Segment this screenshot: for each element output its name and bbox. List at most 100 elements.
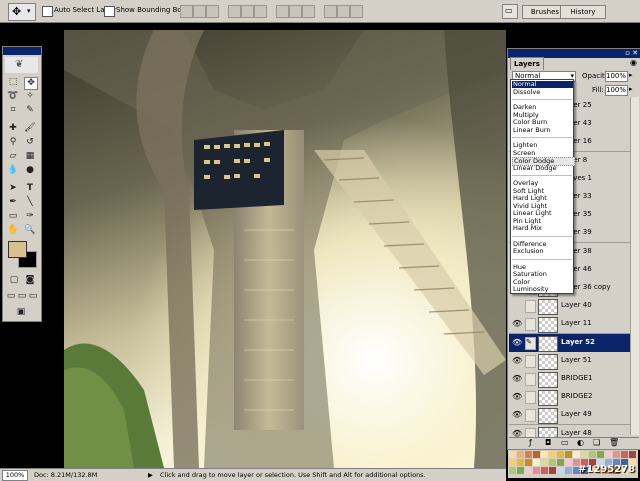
zoom-field[interactable]: 100%	[2, 470, 28, 481]
tool-preset-picker[interactable]: ✥ ▾	[8, 3, 36, 21]
link-box[interactable]	[525, 354, 536, 368]
magic-wand-tool-icon[interactable]: ✧	[24, 91, 36, 102]
layer-row[interactable]: Layer 40	[509, 297, 639, 317]
link-box[interactable]	[525, 409, 536, 423]
blend-mode-option[interactable]: Hard Mix	[512, 225, 573, 232]
layer-row[interactable]: 👁 Layer 51	[509, 351, 639, 371]
adobe-online-button[interactable]: ❦	[5, 57, 38, 73]
blend-mode-option[interactable]: Luminosity	[512, 286, 573, 293]
align-hcenter-button[interactable]	[241, 5, 254, 18]
type-tool-icon[interactable]: T	[24, 183, 36, 194]
minimize-icon[interactable]: ▫	[625, 49, 630, 57]
layers-scrollbar[interactable]	[630, 97, 639, 435]
align-left-button[interactable]	[228, 5, 241, 18]
distribute-vcenter-button[interactable]	[289, 5, 302, 18]
blend-mode-option[interactable]: Dissolve	[512, 88, 573, 96]
auto-select-layer-checkbox[interactable]	[42, 6, 53, 17]
distribute-right-button[interactable]	[350, 5, 363, 18]
trash-icon[interactable]: 🗑	[609, 438, 619, 447]
blend-mode-option[interactable]: Exclusion	[512, 248, 573, 255]
shape-tool-icon[interactable]: ╲	[24, 197, 36, 208]
lasso-tool-icon[interactable]: ➰	[7, 91, 19, 102]
visibility-eye-icon[interactable]: 👁	[512, 392, 522, 401]
blend-mode-option[interactable]: Color Burn	[512, 119, 573, 126]
distribute-hcenter-button[interactable]	[337, 5, 350, 18]
distribute-left-button[interactable]	[324, 5, 337, 18]
move-tool-icon[interactable]: ✥	[24, 77, 38, 90]
fill-slider-arrow-icon[interactable]: ▸	[629, 85, 633, 93]
jump-to-imageready-icon[interactable]: ▣	[15, 307, 27, 318]
zoom-tool-icon[interactable]: 🔍	[24, 225, 36, 236]
gradient-tool-icon[interactable]: ▦	[24, 151, 36, 162]
visibility-eye-icon[interactable]	[512, 301, 521, 310]
blend-mode-option[interactable]: Overlay	[512, 180, 573, 187]
layer-row[interactable]: 👁 BRIDGE2	[509, 388, 639, 408]
slice-tool-icon[interactable]: ✎	[24, 105, 36, 116]
close-icon[interactable]: ✕	[632, 49, 638, 57]
blend-mode-option[interactable]: Darken	[512, 104, 573, 111]
show-bounding-box-checkbox[interactable]	[104, 6, 115, 17]
link-box[interactable]	[525, 391, 536, 405]
eraser-tool-icon[interactable]: ▱	[7, 151, 19, 162]
healing-brush-tool-icon[interactable]: ✚	[7, 123, 19, 134]
file-browser-button[interactable]: ▭	[502, 4, 518, 19]
link-box[interactable]	[525, 300, 536, 314]
new-layer-icon[interactable]: ❏	[593, 438, 600, 447]
clone-stamp-tool-icon[interactable]: ⚲	[7, 137, 19, 148]
toolbox-title-bar[interactable]	[3, 47, 41, 55]
layer-style-icon[interactable]: ƒ	[529, 438, 532, 447]
distribute-top-button[interactable]	[276, 5, 289, 18]
quick-mask-mode-icon[interactable]: ◙	[24, 275, 36, 286]
visibility-eye-icon[interactable]: 👁	[512, 319, 522, 328]
pen-tool-icon[interactable]: ✒	[7, 197, 19, 208]
blend-mode-option[interactable]: Normal	[512, 81, 573, 88]
link-box[interactable]	[525, 373, 536, 386]
eyedropper-tool-icon[interactable]: ✑	[24, 211, 36, 222]
blend-mode-option[interactable]: Linear Burn	[512, 126, 573, 134]
link-box[interactable]	[525, 318, 536, 332]
brush-tool-icon[interactable]: 🖌	[24, 123, 36, 134]
crop-tool-icon[interactable]: ⌗	[7, 105, 19, 116]
tab-layers[interactable]: Layers	[510, 57, 544, 70]
visibility-eye-icon[interactable]: 👁	[512, 374, 522, 383]
visibility-eye-icon[interactable]: 👁	[512, 356, 522, 365]
add-mask-icon[interactable]: ◘	[545, 438, 551, 447]
panel-menu-icon[interactable]: ◉	[630, 58, 637, 67]
blur-tool-icon[interactable]: 💧	[7, 165, 19, 176]
swatch	[541, 467, 548, 474]
distribute-bottom-button[interactable]	[302, 5, 315, 18]
brush-icon[interactable]: ✎	[525, 336, 536, 350]
layer-row[interactable]: 👁 Layer 49	[509, 406, 639, 426]
marquee-tool-icon[interactable]: ⬚	[7, 77, 19, 88]
path-selection-tool-icon[interactable]: ➤	[7, 183, 19, 194]
blend-mode-option[interactable]: Hard Light	[512, 195, 573, 202]
tab-history[interactable]: History	[560, 5, 606, 19]
visibility-eye-icon[interactable]: 👁	[512, 338, 522, 347]
align-vcenter-button[interactable]	[193, 5, 206, 18]
document-canvas[interactable]	[64, 30, 506, 468]
blend-mode-option[interactable]: Saturation	[512, 271, 573, 278]
visibility-eye-icon[interactable]: 👁	[512, 410, 522, 419]
hand-tool-icon[interactable]: ✋	[7, 225, 19, 236]
blend-mode-option[interactable]: Linear Dodge	[512, 164, 573, 172]
opacity-slider-arrow-icon[interactable]: ▸	[629, 71, 633, 79]
blend-mode-option[interactable]: Lighten	[512, 142, 573, 149]
adjustment-layer-icon[interactable]: ◐	[577, 438, 584, 447]
history-brush-tool-icon[interactable]: ↺	[24, 137, 36, 148]
opacity-field[interactable]: 100%	[605, 71, 628, 82]
layer-row[interactable]: 👁 ✎ Layer 52	[509, 333, 639, 353]
fill-field[interactable]: 100%	[605, 85, 628, 96]
align-bottom-button[interactable]	[206, 5, 219, 18]
align-top-button[interactable]	[180, 5, 193, 18]
dodge-tool-icon[interactable]: ●	[24, 165, 36, 176]
layer-row[interactable]: 👁 BRIDGE1	[509, 370, 639, 389]
layer-row[interactable]: 👁 Layer 11	[509, 315, 639, 335]
blend-mode-option[interactable]: Linear Light	[512, 210, 573, 217]
notes-tool-icon[interactable]: ▭	[7, 211, 19, 222]
align-right-button[interactable]	[254, 5, 267, 18]
blend-mode-option[interactable]: Screen	[512, 149, 573, 157]
new-set-icon[interactable]: ▭	[561, 438, 569, 447]
standard-mode-icon[interactable]: ▢	[8, 275, 20, 286]
doc-size[interactable]: Doc: 8.21M/132.8M	[34, 471, 97, 479]
full-screen-mode-icon[interactable]: ▭	[27, 291, 39, 302]
